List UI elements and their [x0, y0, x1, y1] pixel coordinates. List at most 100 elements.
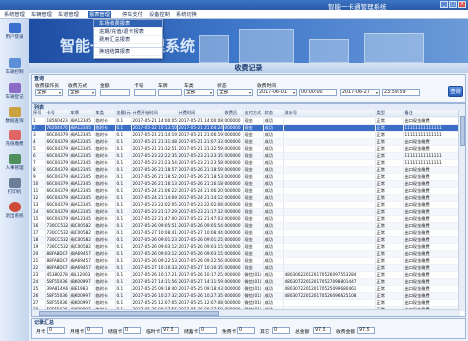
sidebar-item-query[interactable]: 数据查询	[1, 107, 28, 127]
table-row[interactable]: 24 58F55036 闽K00997 临时卡 0.1 2017-05-27 14:11:…	[32, 278, 460, 286]
menu-item-summary-report[interactable]: 费用汇总报表	[94, 36, 162, 44]
menu-item-parking-fee-report[interactable]: 车场收费报表	[94, 20, 162, 28]
table-row[interactable]: 20 88FA8DCF 闽A69457 临时卡 0.1 2017-05-26 09:03:…	[32, 250, 460, 258]
vertical-scrollbar[interactable]	[458, 110, 465, 311]
table-cell: 000000	[223, 250, 244, 258]
time-to-input[interactable]: 23:59:59	[382, 89, 420, 96]
sidebar-item-register[interactable]: 车辆登记	[1, 83, 28, 103]
summary-value-temp: 97.5	[161, 327, 179, 334]
table-cell: 正常	[375, 173, 404, 181]
table-row[interactable]: 17 730CC532 闽C00582 临时卡 0.1 2017-05-27 10:08:…	[32, 229, 460, 237]
menu-switch[interactable]: 系统切换	[176, 11, 197, 18]
menu-report[interactable]: 报表管理	[88, 11, 111, 18]
operator-select[interactable]: 全部	[35, 89, 63, 96]
table-cell: 23	[32, 271, 46, 279]
table-cell: 成功	[263, 257, 284, 265]
table-cell: 临时卡	[94, 159, 116, 167]
menu-device[interactable]: 设备控制	[149, 11, 170, 18]
table-row[interactable]: 25 39A814A6 闽E1983 临时卡 0.1 2017-05-25 09:18:4…	[32, 285, 460, 293]
hscroll-thumb[interactable]	[39, 311, 219, 316]
table-cell: 2017-05-23 21:23:54	[131, 159, 178, 167]
column-header[interactable]: 支付方式	[243, 110, 264, 118]
time-from-input[interactable]: 00:00:00	[299, 89, 337, 96]
menu-item-shift-report[interactable]: 换班结算报表	[94, 48, 162, 56]
minimize-button[interactable]: _	[440, 1, 448, 8]
sidebar-item-control[interactable]: 车辆控制	[1, 58, 28, 78]
menu-lane[interactable]: 车道管理	[58, 11, 79, 18]
date-from-input[interactable]: 2017-06-01	[257, 89, 297, 96]
table-row[interactable]: 12 66C04379 闽A12345 临时卡 0.1 2017-05-24 21:14:…	[32, 194, 460, 202]
table-cell: 000000	[223, 215, 244, 223]
amount-input[interactable]	[100, 89, 130, 96]
column-header[interactable]: 车类	[94, 110, 116, 118]
column-header[interactable]: 计费时间	[177, 110, 224, 118]
sidebar-item-staff[interactable]: 人事管理	[1, 154, 28, 174]
menu-pay[interactable]: 停车支付	[122, 11, 143, 18]
horizontal-scrollbar[interactable]	[32, 309, 460, 316]
column-header[interactable]: 备注	[403, 110, 460, 118]
maximize-button[interactable]: □	[449, 1, 457, 8]
table-row[interactable]: 19 730CC532 闽C00582 临时卡 0.1 2017-05-26 09:03:…	[32, 243, 460, 251]
table-row[interactable]: 23 45380278 闽L12003 临时卡 0.1 2017-05-26 10:17:…	[32, 271, 460, 279]
table-row[interactable]: 18 730CC532 闽C00582 临时卡 0.1 2017-05-26 09:01:…	[32, 236, 460, 244]
table-row[interactable]: 26 58F55036 闽K00997 临时卡 0.1 2017-05-26 10:27:…	[32, 292, 460, 300]
table-cell: 成功	[263, 138, 284, 146]
table-row[interactable]: 5 66C04379 闽A12345 临时卡 0.1 2017-05-21 21:32:5…	[32, 145, 460, 153]
table-row[interactable]: 21 88FA8DCF 闽A69457 临时卡 0.1 2017-05-26 09:22:…	[32, 257, 460, 265]
menu-vehicle[interactable]: 车辆管理	[31, 11, 52, 18]
table-row[interactable]: 9 66C04379 闽A12345 临时卡 0.1 2017-05-26 21:18:5…	[32, 173, 460, 181]
sidebar-item-exit[interactable]: 退出系统	[1, 202, 28, 222]
table-cell: 正常	[375, 285, 404, 293]
column-header[interactable]: 卡号	[45, 110, 70, 118]
column-header[interactable]: 收费员	[223, 110, 244, 118]
card-no-input[interactable]	[134, 89, 156, 96]
menu-item-renewal-report[interactable]: 进期/充值/退卡报表	[94, 28, 162, 36]
status-select[interactable]: 全部	[217, 89, 253, 96]
date-to-input[interactable]: 2017-06-27	[340, 89, 380, 96]
plate-input[interactable]	[158, 89, 182, 96]
table-row[interactable]: 7 66C04379 闽A12345 临时卡 0.1 2017-05-23 21:23:5…	[32, 159, 460, 167]
search-button[interactable]: 查询	[448, 86, 463, 97]
table-cell	[283, 229, 376, 237]
table-row[interactable]: 13 66C04379 闽A12345 临时卡 0.1 2017-05-23 22:02:…	[32, 201, 460, 209]
table-cell: 66C04379	[45, 138, 70, 146]
table-row[interactable]: 14 66C04379 闽A12345 临时卡 0.1 2017-05-23 21:17:…	[32, 208, 460, 216]
sidebar-item-login[interactable]: 用户登录	[1, 23, 28, 43]
table-cell	[283, 201, 376, 209]
scroll-thumb[interactable]	[460, 116, 465, 146]
table-row[interactable]: 22 88FA8DCF 闽A69457 临时卡 0.1 2017-05-27 10:10:…	[32, 264, 460, 272]
sidebar-item-recharge[interactable]: 充值缴费	[1, 130, 28, 150]
column-header[interactable]: 计费开始时间	[131, 110, 178, 118]
table-row[interactable]: 2 76204476 闽A12345 临时卡 0.1 2017-05-22 10:13:5…	[32, 124, 460, 132]
column-header[interactable]: 类型	[375, 110, 404, 118]
table-cell: 18560423	[45, 117, 70, 125]
column-header[interactable]: 金额(元)	[115, 110, 132, 118]
table-row[interactable]: 1 18560423 闽A12345 临时卡 0.1 2017-05-21 14:00:0…	[32, 117, 460, 125]
table-row[interactable]: 27 58F55036 闽K00997 临时卡 0.1 2017-05-25 12:07:…	[32, 299, 460, 307]
close-button[interactable]: ×	[458, 1, 466, 8]
column-header[interactable]: 车牌	[69, 110, 95, 118]
menu-system[interactable]: 系统管理	[4, 11, 25, 18]
table-row[interactable]: 16 730CC532 闽C00582 临时卡 0.1 2017-05-26 09:05:…	[32, 222, 460, 230]
sidebar-item-printer[interactable]: 打印机	[1, 178, 28, 198]
table-row[interactable]: 10 66C04379 闽A12345 临时卡 0.1 2017-05-26 21:16:…	[32, 180, 460, 188]
table-row[interactable]: 11 66C04379 闽A12345 临时卡 0.1 2017-05-24 21:06:…	[32, 187, 460, 195]
column-header[interactable]: 流水号	[283, 110, 376, 118]
pay-method-select[interactable]: 全部	[68, 89, 96, 96]
table-cell: 现金	[243, 264, 264, 272]
column-header[interactable]: 序号	[32, 110, 46, 118]
table-row[interactable]: 8 66C04379 闽A12345 临时卡 0.1 2017-05-26 21:18:5…	[32, 166, 460, 174]
table-row[interactable]: 6 66C04379 闽A12345 临时卡 0.1 2017-05-23 22:22:3…	[32, 152, 460, 160]
table-cell: 临时卡	[94, 292, 116, 300]
summary-panel: 记录汇总 月卡 0 月租卡 0 储值卡 0 临时卡 97.5 储蓄卡 0 免费卡…	[31, 318, 466, 339]
table-row[interactable]: 15 66C04379 闽A12345 临时卡 0.1 2017-05-22 21:47:…	[32, 215, 460, 223]
table-cell: 000000	[223, 124, 244, 132]
column-header[interactable]: 状态	[263, 110, 284, 118]
table-row[interactable]: 3 66C04379 闽A12345 临时卡 0.1 2017-05-21 21:14:1…	[32, 131, 460, 139]
table-row[interactable]: 4 66C04379 闽A12345 临时卡 0.1 2017-05-21 21:31:4…	[32, 138, 460, 146]
table-cell: 出口现金缴费	[403, 299, 460, 307]
table-cell: 正常	[375, 299, 404, 307]
table-cell: 2017-05-21 21:32:51	[131, 145, 178, 153]
table-cell: 成功	[263, 208, 284, 216]
car-type-select[interactable]: 全部	[184, 89, 214, 96]
